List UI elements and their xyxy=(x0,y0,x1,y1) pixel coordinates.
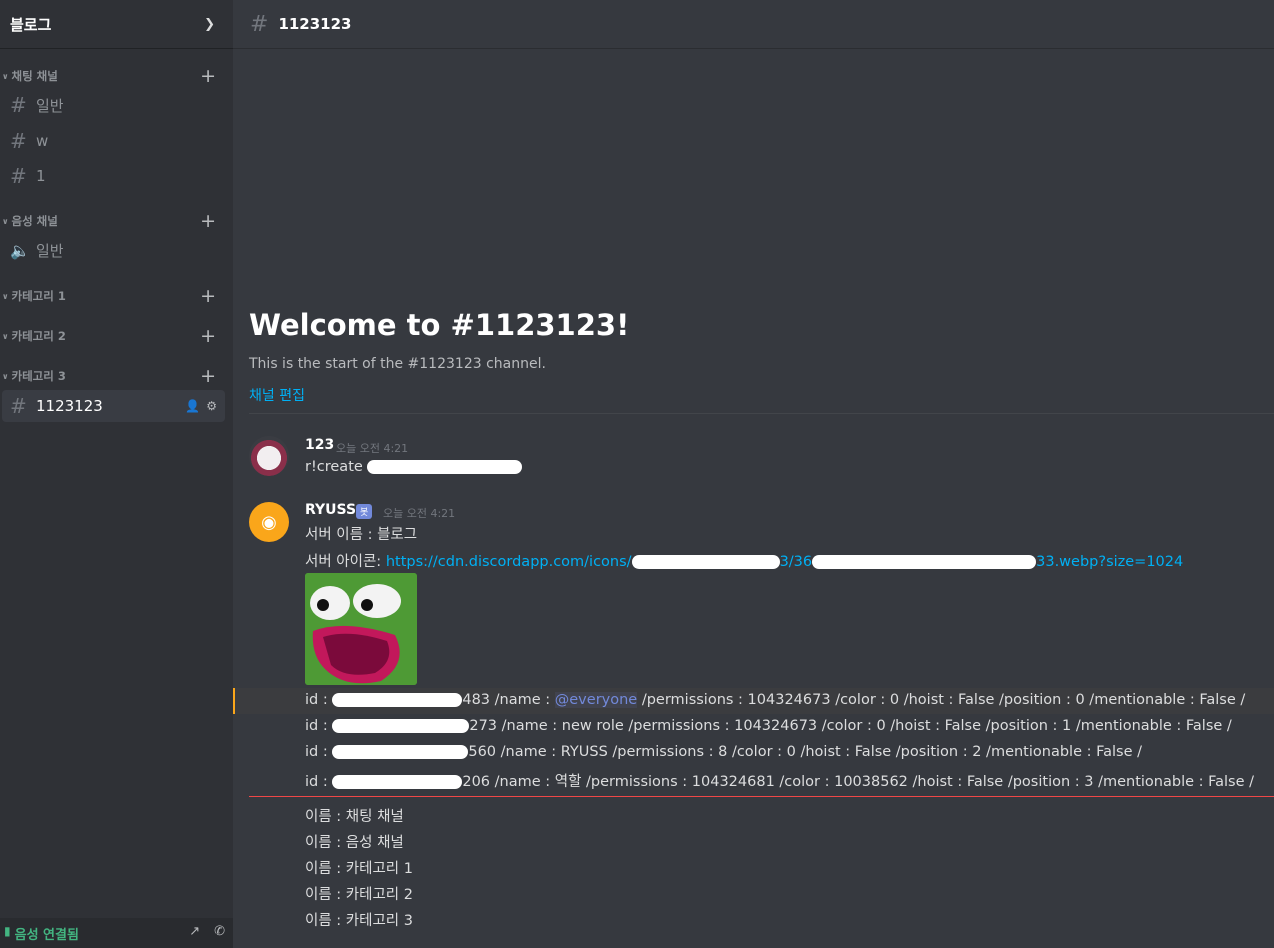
everyone-mention[interactable]: @everyone xyxy=(554,692,638,708)
icon-label: 서버 아이콘: xyxy=(305,554,386,570)
channel-item-active[interactable]: # 1123123 👤 ⚙ xyxy=(2,390,225,422)
message-text: r!create xyxy=(305,459,363,475)
channel-item[interactable]: # w xyxy=(2,125,225,157)
caret-down-icon: ∨ xyxy=(2,216,9,226)
message-timestamp: 오늘 오전 4:21 xyxy=(383,507,456,520)
edit-channel-link[interactable]: 채널 편집 xyxy=(249,385,305,405)
channel-name: 1 xyxy=(36,167,46,185)
role-line: id : 206 /name : 역할 /permissions : 10432… xyxy=(305,774,1255,790)
disconnect-icon[interactable]: ✆ xyxy=(214,924,225,939)
category-voice[interactable]: ∨ 음성 채널 + xyxy=(0,211,233,231)
new-messages-divider xyxy=(249,796,1274,797)
category-label: 음성 채널 xyxy=(11,214,58,228)
message-text: 이름 : 음성 채널 xyxy=(305,835,404,851)
add-channel-icon[interactable]: + xyxy=(200,211,216,231)
category-1[interactable]: ∨ 카테고리 1 + xyxy=(0,286,233,306)
category-3[interactable]: ∨ 카테고리 3 + xyxy=(0,366,233,386)
server-name: 블로그 xyxy=(10,15,52,34)
message-author[interactable]: RYUSS xyxy=(305,502,356,518)
channel-title: 1123123 xyxy=(278,15,352,33)
message-timestamp: 오늘 오전 4:21 xyxy=(336,442,409,455)
caret-down-icon: ∨ xyxy=(2,71,9,81)
channel-item[interactable]: # 일반 xyxy=(2,89,225,121)
server-icon-image[interactable] xyxy=(305,573,417,685)
role-line: id : 560 /name : RYUSS /permissions : 8 … xyxy=(305,744,1142,760)
hash-icon: # xyxy=(250,11,269,37)
category-chat[interactable]: ∨ 채팅 채널 + xyxy=(0,66,233,86)
caret-down-icon: ∨ xyxy=(2,291,9,301)
add-channel-icon[interactable]: + xyxy=(200,326,216,346)
bot-badge: 봇 xyxy=(356,504,373,519)
avatar[interactable]: ◉ xyxy=(249,502,289,542)
message-text: 서버 이름 : 블로그 xyxy=(305,527,418,543)
gear-icon[interactable]: ⚙ xyxy=(206,399,217,413)
add-channel-icon[interactable]: + xyxy=(200,286,216,306)
channel-name: w xyxy=(36,132,49,150)
message-text: 이름 : 카테고리 2 xyxy=(305,887,413,903)
hash-icon: # xyxy=(10,129,27,153)
welcome-title: Welcome to #1123123! xyxy=(249,308,630,342)
category-label: 카테고리 2 xyxy=(11,329,66,343)
voice-channel-item[interactable]: 🔈 일반 xyxy=(2,234,225,266)
message-author[interactable]: 123 xyxy=(305,437,334,453)
message-content: 서버 아이콘: https://cdn.discordapp.com/icons… xyxy=(305,550,1183,571)
channel-sidebar: 블로그 ❯ ∨ 채팅 채널 + # 일반 # w # 1 ∨ 음성 채널 + 🔈 일… xyxy=(0,0,233,948)
role-line: id : 483 /name : @everyone /permissions … xyxy=(305,692,1246,708)
add-channel-icon[interactable]: + xyxy=(200,366,216,386)
chat-area: # 1123123 Welcome to #1123123! This is t… xyxy=(233,0,1274,948)
speaker-icon: 🔈 xyxy=(10,240,30,260)
channel-name: 일반 xyxy=(36,96,64,115)
discord-logo-icon: ◉ xyxy=(261,511,277,533)
welcome-subtitle: This is the start of the #1123123 channe… xyxy=(249,356,546,372)
category-2[interactable]: ∨ 카테고리 2 + xyxy=(0,326,233,346)
hash-icon: # xyxy=(10,93,27,117)
hash-icon: # xyxy=(10,164,27,188)
avatar[interactable] xyxy=(249,436,289,476)
server-header[interactable]: 블로그 ❯ xyxy=(0,0,233,49)
message-text: 이름 : 채팅 채널 xyxy=(305,809,404,825)
message-text: 이름 : 카테고리 1 xyxy=(305,861,413,877)
hash-icon: # xyxy=(10,394,27,418)
channel-name: 일반 xyxy=(36,241,64,260)
caret-down-icon: ∨ xyxy=(2,331,9,341)
caret-down-icon: ∨ xyxy=(2,371,9,381)
signal-icon: ▮ xyxy=(4,924,11,938)
role-line: id : 273 /name : new role /permissions :… xyxy=(305,718,1232,734)
message-text: 이름 : 카테고리 3 xyxy=(305,913,413,929)
category-label: 채팅 채널 xyxy=(11,69,58,83)
message-content: r!create xyxy=(305,459,523,475)
channel-item[interactable]: # 1 xyxy=(2,160,225,192)
category-label: 카테고리 3 xyxy=(11,369,66,383)
divider xyxy=(249,413,1274,414)
icon-link[interactable]: https://cdn.discordapp.com/icons/3/36 33.… xyxy=(386,554,1183,570)
channel-header: # 1123123 xyxy=(233,0,1274,49)
voice-connection-bar: ▮ 음성 연결됨 ↗ ✆ xyxy=(0,918,233,948)
channel-name: 1123123 xyxy=(36,397,103,415)
redaction-mark xyxy=(367,460,523,474)
invite-icon[interactable]: 👤 xyxy=(185,399,200,413)
category-label: 카테고리 1 xyxy=(11,289,66,303)
voice-status: 음성 연결됨 xyxy=(14,928,79,943)
screen-share-icon[interactable]: ↗ xyxy=(189,924,200,939)
chevron-down-icon[interactable]: ❯ xyxy=(204,17,215,32)
add-channel-icon[interactable]: + xyxy=(200,66,216,86)
